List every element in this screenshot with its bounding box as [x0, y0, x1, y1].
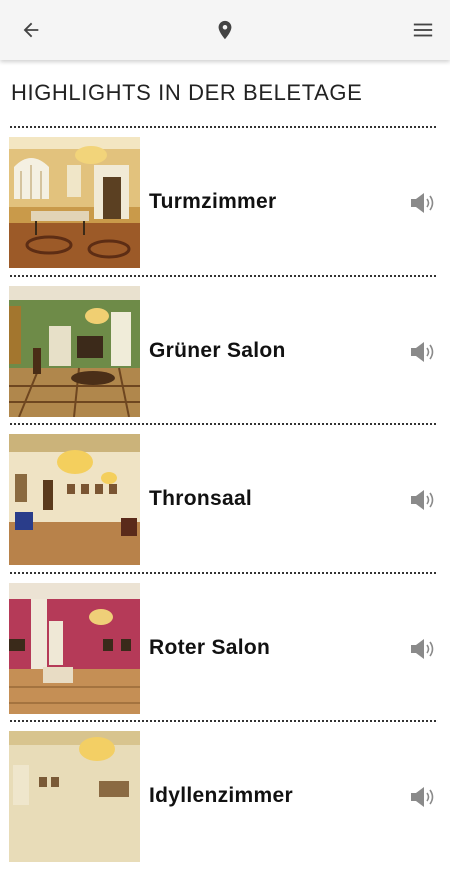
hamburger-menu-icon [413, 23, 433, 37]
room-thumbnail [9, 434, 140, 565]
room-title: Thronsaal [149, 487, 253, 510]
map-pin-icon [218, 20, 232, 40]
back-button[interactable] [13, 12, 49, 48]
speaker-icon[interactable] [410, 340, 436, 364]
list-item-turmzimmer[interactable]: Turmzimmer [9, 126, 436, 275]
room-title: Roter Salon [149, 635, 271, 659]
page-title: HIGHLIGHTS IN DER BELETAGE [11, 80, 363, 105]
room-thumbnail [9, 285, 140, 417]
room-title: Idyllenzimmer [149, 784, 293, 807]
app-header [0, 0, 450, 60]
room-title: Turmzimmer [149, 190, 277, 213]
list-item-idyllenzimmer[interactable]: Idyllenzimmer [9, 720, 436, 869]
location-button[interactable] [207, 12, 243, 48]
speaker-icon[interactable] [410, 191, 436, 215]
room-thumbnail [9, 582, 140, 714]
room-title: Grüner Salon [149, 338, 286, 362]
speaker-icon[interactable] [410, 637, 436, 661]
room-thumbnail [9, 731, 140, 862]
room-list: Turmzimmer Grüner Salon Thronsaal Roter … [0, 126, 450, 869]
list-item-roter-salon[interactable]: Roter Salon [9, 571, 436, 721]
speaker-icon[interactable] [410, 488, 436, 512]
speaker-icon[interactable] [410, 785, 436, 809]
menu-button[interactable] [405, 12, 441, 48]
arrow-left-icon [23, 22, 39, 38]
list-item-thronsaal[interactable]: Thronsaal [9, 423, 436, 572]
room-thumbnail [9, 137, 140, 268]
list-item-gruener-salon[interactable]: Grüner Salon [9, 274, 436, 424]
